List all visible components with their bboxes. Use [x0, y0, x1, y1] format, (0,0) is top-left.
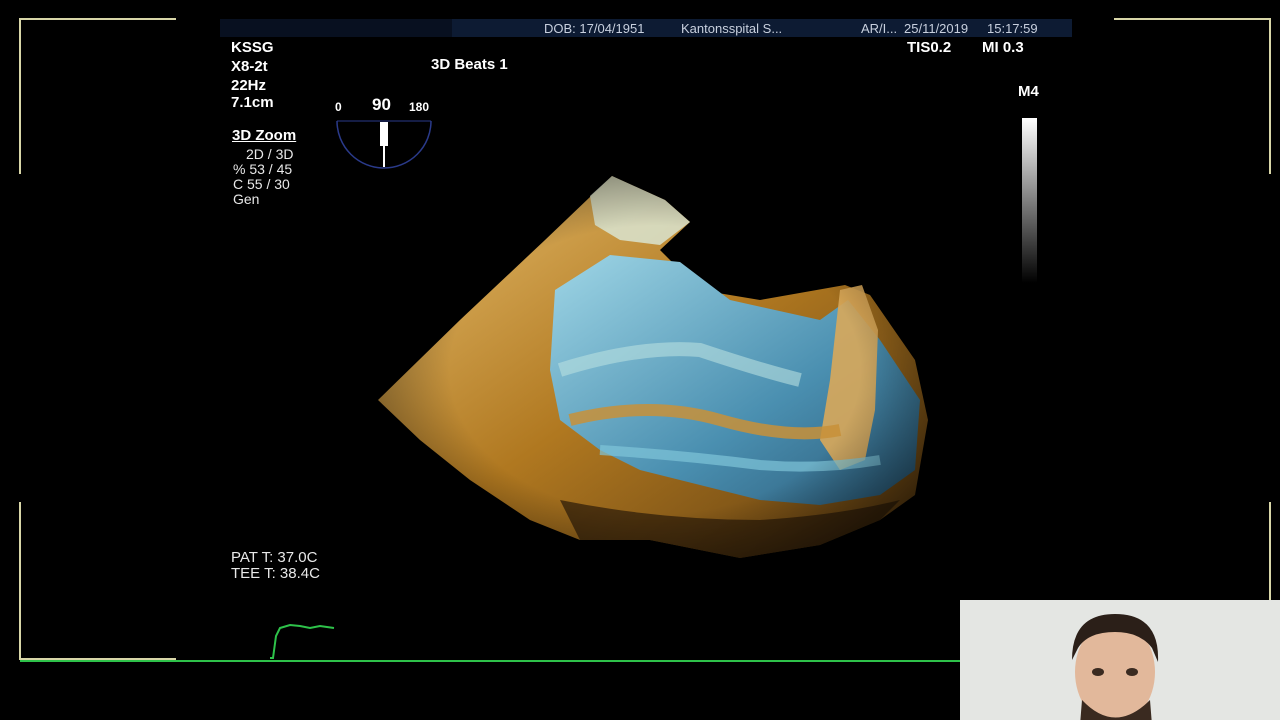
site-label: KSSG [231, 39, 274, 56]
ar-label: AR/I... [861, 21, 898, 36]
ecg-trace [270, 623, 335, 659]
patient-temperature: PAT T: 37.0C [231, 549, 318, 566]
presenter-figure [1072, 614, 1159, 720]
zoom-title: 3D Zoom [232, 127, 297, 144]
patient-dob: DOB: 17/04/1951 [544, 21, 645, 36]
exam-time: 15:17:59 [987, 21, 1038, 36]
webcam-video [960, 600, 1280, 720]
zoom-gain: % 53 / 45 [233, 161, 293, 177]
frame-corner-top-left [19, 18, 176, 174]
angle-min: 0 [335, 100, 342, 114]
exam-date: 25/11/2019 [904, 21, 969, 36]
zoom-compression: C 55 / 30 [233, 176, 290, 192]
probe-info: KSSG X8-2t 22Hz 7.1cm [231, 38, 274, 112]
hospital-name: Kantonsspital S... [681, 21, 783, 36]
probe-model: X8-2t [231, 58, 268, 75]
tis-index: TIS0.2 [907, 39, 952, 56]
frame-corner-top-right [1114, 18, 1271, 174]
depth: 7.1cm [231, 94, 274, 111]
tee-temperature: TEE T: 38.4C [231, 565, 320, 582]
angle-max: 180 [409, 100, 430, 114]
zoom-mode: 2D / 3D [246, 146, 294, 162]
grayscale-map-bar [1022, 118, 1037, 283]
mi-index: MI 0.3 [982, 39, 1024, 56]
map-label: M4 [1018, 83, 1039, 100]
header-bar-left [220, 19, 452, 37]
angle-value: 90 [372, 95, 391, 114]
frame-corner-bottom-left [19, 502, 176, 660]
zoom-preset: Gen [233, 191, 260, 207]
mode-title: 3D Beats 1 [431, 56, 508, 73]
